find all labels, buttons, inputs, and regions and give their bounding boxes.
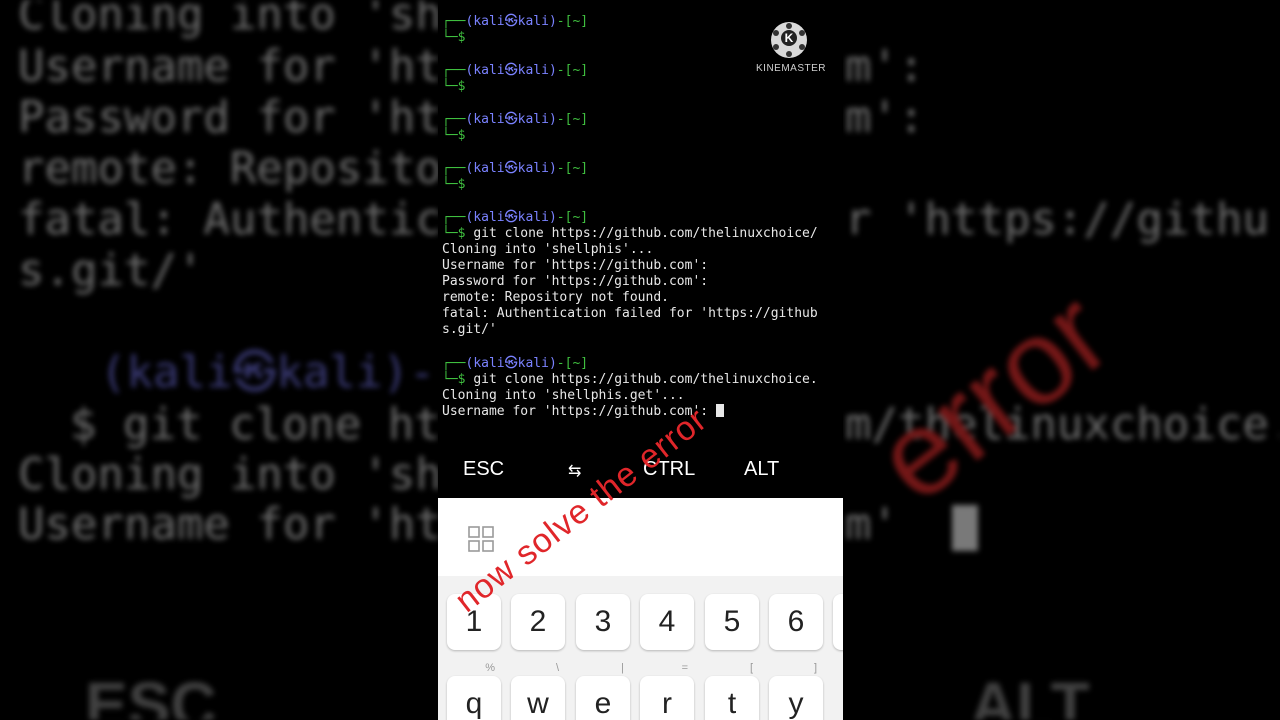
key-y[interactable]: ] y: [769, 662, 823, 720]
output-line: remote: Repository not found.: [442, 290, 669, 305]
phone-screen: ┌──(kali㉿kali)-[~] └─$ ┌──(kali㉿kali)-[~…: [438, 0, 843, 720]
esc-key[interactable]: ESC: [463, 458, 504, 481]
command-line: └─$ git clone https://github.com/thelinu…: [442, 226, 818, 241]
bg-line: Cloning into 'sh: [18, 0, 442, 40]
prompt-dollar: └─$: [442, 79, 466, 94]
key-3[interactable]: 3: [576, 594, 630, 650]
logo-circle-icon: K: [771, 22, 807, 58]
bg-line: m': [845, 499, 898, 550]
bg-line: m':: [845, 92, 925, 143]
bg-error-text: error: [851, 265, 1134, 528]
key-partial[interactable]: [833, 594, 843, 650]
prompt-line: ┌──(kali㉿kali)-[~]: [442, 161, 589, 176]
bg-esc-key: ESC: [85, 669, 217, 720]
logo-letter: K: [781, 30, 797, 46]
soft-keyboard: 1 2 3 4 5 6 % q \ w | e = r [t ] y: [438, 498, 843, 720]
bg-alt-key: ALT: [970, 669, 1090, 720]
key-5[interactable]: 5: [705, 594, 759, 650]
prompt-line: ┌──(kali㉿kali)-[~]: [442, 63, 589, 78]
bg-prompt: (kali㉿kali)-: [100, 347, 436, 398]
command-text: git clone https://github.com/thelinuxcho…: [473, 226, 818, 241]
apps-grid-icon[interactable]: [468, 526, 494, 552]
key-2[interactable]: 2: [511, 594, 565, 650]
prompt-dollar: └─$: [442, 128, 466, 143]
bg-line: Username for 'ht: [18, 41, 442, 92]
bg-line: Password for 'ht: [18, 92, 442, 143]
prompt-line: ┌──(kali㉿kali)-[~]: [442, 210, 589, 225]
command-text: git clone https://github.com/thelinuxcho…: [473, 372, 818, 387]
prompt-line: ┌──(kali㉿kali)-[~]: [442, 14, 589, 29]
bg-line: s.git/': [18, 245, 204, 296]
tab-key[interactable]: ⇆: [568, 461, 581, 481]
alt-key[interactable]: ALT: [744, 458, 779, 481]
key-w[interactable]: \ w: [511, 662, 565, 720]
bg-line: Cloning into 'sh: [18, 449, 442, 500]
bg-line: r 'https://githu: [845, 194, 1269, 245]
key-4[interactable]: 4: [640, 594, 694, 650]
prompt-line: ┌──(kali㉿kali)-[~]: [442, 112, 589, 127]
prompt-dollar: └─$: [442, 177, 466, 192]
bg-line: Username for 'ht: [18, 499, 442, 550]
logo-text: KINEMASTER: [756, 63, 827, 74]
output-line: Username for 'https://github.com':: [442, 258, 709, 273]
bg-line: fatal: Authentic: [18, 194, 442, 245]
key-t[interactable]: [t: [705, 662, 759, 720]
key-r[interactable]: = r: [640, 662, 694, 720]
prompt-dollar: └─$: [442, 30, 466, 45]
output-line: s.git/': [442, 322, 497, 337]
kinemaster-logo: K KINEMASTER: [756, 20, 826, 80]
key-6[interactable]: 6: [769, 594, 823, 650]
bg-line: m':: [845, 41, 925, 92]
output-line: Password for 'https://github.com':: [442, 274, 709, 289]
output-line: Cloning into 'shellphis'...: [442, 242, 654, 257]
command-line: └─$ git clone https://github.com/thelinu…: [442, 372, 818, 387]
terminal-cursor: [715, 404, 724, 417]
output-line: fatal: Authentication failed for 'https:…: [442, 306, 818, 321]
bg-line: remote: Reposito: [18, 143, 442, 194]
output-line: Cloning into 'shellphis.get'...: [442, 388, 685, 403]
key-e[interactable]: | e: [576, 662, 630, 720]
key-q[interactable]: % q: [447, 662, 501, 720]
prompt-line: ┌──(kali㉿kali)-[~]: [442, 356, 589, 371]
bg-cmd: $ git clone ht: [70, 399, 441, 450]
